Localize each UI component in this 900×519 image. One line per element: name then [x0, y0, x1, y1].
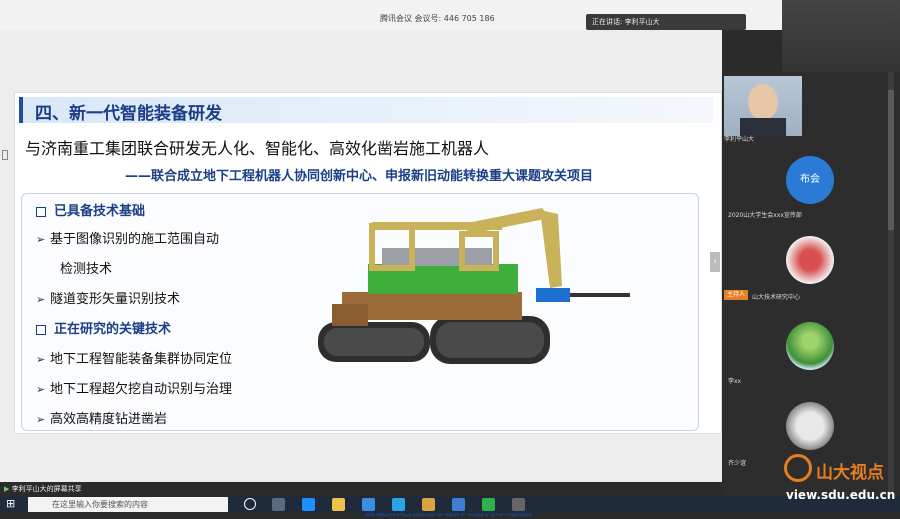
sdu-watermark: 山大视点 view.sdu.edu.cn	[756, 452, 900, 508]
meeting-id-text: 腾讯会议 会议号: 446 705 186	[380, 14, 495, 23]
screen-share-status: ▶ 李利平山大的屏幕共享	[0, 482, 722, 496]
checkbox-square-icon	[36, 324, 46, 335]
expand-arrow-icon[interactable]: ›	[710, 252, 720, 272]
section-heading-foundation: 已具备技术基础	[36, 200, 145, 219]
windows-start-icon[interactable]: ⊞	[6, 497, 20, 511]
participant-sidebar: 李利平山大 布会 2020山大学生会xxx宣传部 主持人 山大技术研究中心 李x…	[724, 72, 900, 502]
slide-subtitle-secondary: ——联合成立地下工程机器人协同创新中心、申报新旧动能转换重大课题攻关项目	[125, 169, 594, 184]
list-item: ➢ 地下工程超欠挖自动识别与治理	[36, 382, 233, 397]
robot-illustration	[318, 208, 630, 364]
edge-app-icon[interactable]	[392, 498, 405, 511]
sidebar-scrollbar-thumb[interactable]	[888, 90, 894, 230]
taskbar-search-input[interactable]: 在这里输入你要搜索的内容	[28, 497, 228, 512]
app-icon[interactable]	[512, 498, 525, 511]
arrow-bullet-icon: ➢	[36, 413, 46, 426]
slide-title-bar: 四、新一代智能装备研发	[19, 97, 713, 124]
arrow-bullet-icon: ➢	[36, 293, 46, 306]
list-item: ➢ 基于图像识别的施工范围自动	[36, 232, 220, 247]
checkbox-square-icon	[36, 206, 46, 217]
app-icon[interactable]	[422, 498, 435, 511]
participant-avatar	[786, 402, 834, 450]
arrow-bullet-icon: ➢	[36, 233, 46, 246]
participant-name: 李利平山大	[724, 136, 755, 143]
participant-tile[interactable]: 主持人 山大技术研究中心	[724, 236, 834, 306]
sun-logo-icon	[784, 454, 812, 482]
tencent-meeting-icon[interactable]	[452, 498, 465, 511]
section-heading-research: 正在研究的关键技术	[36, 318, 171, 337]
arrow-bullet-icon: ➢	[36, 383, 46, 396]
mouse-cursor-icon	[2, 150, 8, 160]
speaking-indicator: 正在讲话: 李利平山大	[586, 14, 746, 30]
watermark-url: view.sdu.edu.cn	[786, 488, 896, 502]
task-view-icon[interactable]	[272, 498, 285, 511]
participant-tile[interactable]: 布会 2020山大学生会xxx宣传部	[724, 156, 834, 219]
wechat-icon[interactable]	[482, 498, 495, 511]
slide-title: 四、新一代智能装备研发	[35, 104, 222, 124]
presentation-slide: 四、新一代智能装备研发 与济南重工集团联合研发无人化、智能化、高效化凿岩施工机器…	[14, 92, 722, 518]
participant-name: 李xx	[728, 378, 742, 385]
participant-tile[interactable]: 李xx	[724, 322, 834, 385]
participant-name: 齐少谊	[728, 460, 747, 467]
content-box: 已具备技术基础 ➢ 基于图像识别的施工范围自动 检测技术 ➢ 隧道变形矢量识别技术 …	[21, 193, 699, 518]
participant-avatar	[786, 322, 834, 370]
speaker-thumbnail[interactable]	[782, 0, 900, 72]
list-item: ➢ 地下工程智能装备集群协同定位	[36, 352, 233, 367]
participant-tile[interactable]: 李利平山大	[724, 76, 806, 143]
slide-subtitle: 与济南重工集团联合研发无人化、智能化、高效化凿岩施工机器人	[25, 139, 490, 158]
arrow-bullet-icon: ➢	[36, 353, 46, 366]
list-item: ➢ 隧道变形矢量识别技术	[36, 292, 181, 307]
participant-name: 2020山大学生会xxx宣传部	[728, 212, 802, 219]
host-badge: 主持人	[724, 290, 748, 300]
person-face-icon	[748, 84, 778, 120]
participant-avatar: 布会	[786, 156, 834, 204]
list-item: 检测技术	[60, 262, 113, 277]
file-explorer-icon[interactable]	[332, 498, 345, 511]
list-item: ➢ 高效高精度钻进凿岩	[36, 412, 168, 427]
participant-avatar	[786, 236, 834, 284]
edge-browser-icon[interactable]	[302, 498, 315, 511]
watermark-brand: 山大视点	[816, 463, 884, 483]
cortana-icon[interactable]	[244, 498, 256, 510]
ie-browser-icon[interactable]	[362, 498, 375, 511]
participant-name: 山大技术研究中心	[752, 294, 801, 301]
participant-video	[724, 76, 802, 136]
share-indicator-icon: ▶	[4, 485, 10, 493]
